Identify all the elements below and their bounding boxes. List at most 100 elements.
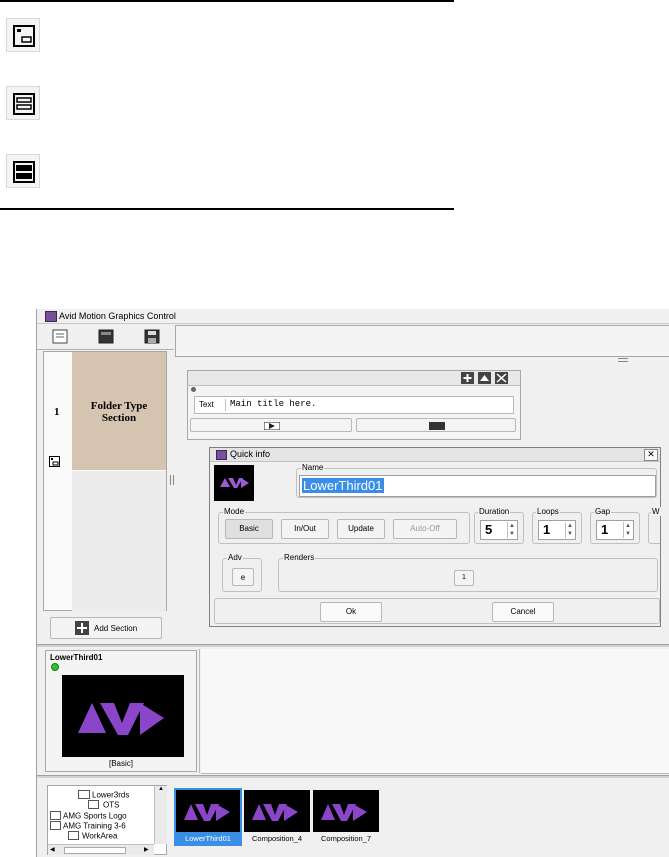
tree-item-workarea[interactable]: WorkArea — [68, 831, 118, 841]
mode-autooff-button[interactable]: Auto-Off — [393, 519, 457, 539]
tree-item-ots[interactable]: OTS — [88, 800, 120, 810]
gap-stepper[interactable]: 1 ▲ ▼ — [596, 520, 634, 540]
tree-hscrollbar[interactable]: ◀ ▶ — [48, 844, 154, 855]
gap-label: Gap — [594, 507, 612, 516]
composition-tile-2[interactable]: Composition_4 — [244, 790, 310, 846]
tree-label: AMG Sports Logo — [63, 811, 127, 821]
adv-group: Adv e — [222, 553, 262, 592]
top-header-strip — [175, 325, 669, 357]
composition-tile-3[interactable]: Composition_7 — [313, 790, 379, 846]
renders-group: Renders 1 — [278, 553, 658, 592]
sections-column: Folder Type Section 1 — [43, 351, 167, 611]
dialog-title: Quick info — [230, 449, 271, 459]
move-up-icon[interactable] — [478, 372, 491, 384]
add-section-button[interactable]: Add Section — [50, 617, 162, 639]
vertical-splitter-handle[interactable] — [170, 475, 174, 485]
tree-label: Lower3rds — [92, 790, 130, 800]
mode-label: Mode — [223, 507, 246, 516]
loops-stepper[interactable]: 1 ▲ ▼ — [538, 520, 576, 540]
plus-icon — [75, 621, 89, 635]
folder-icon — [88, 800, 99, 810]
composition-label-1: LowerThird01 — [174, 832, 242, 846]
gap-spin-arrows[interactable]: ▲ ▼ — [623, 522, 632, 538]
app-window: Avid Motion Graphics Control Folder Type… — [36, 309, 669, 857]
adv-button[interactable]: e — [232, 568, 254, 586]
duration-group: Duration 5 ▲ ▼ — [474, 507, 524, 544]
toolbar-divider — [37, 349, 174, 350]
name-input[interactable]: LowerThird01 — [299, 475, 656, 497]
preview-mode: [Basic] — [108, 759, 133, 768]
loops-spin-arrows[interactable]: ▲ ▼ — [565, 522, 574, 538]
top-splitter-handle[interactable] — [618, 358, 628, 362]
dialog-button-bar — [214, 598, 660, 624]
save-icon[interactable] — [143, 329, 163, 345]
stop-icon — [429, 422, 445, 430]
dialog-close-icon[interactable]: ✕ — [644, 449, 658, 461]
open-icon[interactable] — [97, 329, 117, 345]
duration-label: Duration — [478, 507, 511, 516]
preview-card[interactable]: LowerThird01 [Basic] — [45, 650, 197, 772]
composition-tile-1[interactable]: LowerThird01 — [174, 788, 242, 846]
folder-icon — [50, 821, 61, 831]
tree-item-training[interactable]: AMG Training 3-6 — [50, 821, 126, 831]
bottom-rule — [0, 208, 454, 210]
mode-group: Mode Basic In/Out Update Auto-Off — [218, 507, 470, 544]
preview-status-dot — [51, 663, 59, 671]
section-empty-area — [72, 471, 166, 611]
mode-update-button[interactable]: Update — [337, 519, 385, 539]
preview-thumbnail — [62, 675, 184, 757]
medium-section-icon — [6, 86, 40, 120]
play-button[interactable] — [190, 418, 352, 432]
w-label: W — [651, 507, 661, 516]
duration-stepper[interactable]: 5 ▲ ▼ — [480, 520, 518, 540]
text-field-label: Text — [199, 400, 214, 409]
renders-label: Renders — [283, 553, 316, 562]
composition-thumbnail — [214, 465, 254, 501]
folder-tree: Lower3rds OTS AMG Sports Logo AMG Traini… — [47, 785, 167, 855]
close-icon[interactable] — [495, 372, 508, 384]
section-type-icon[interactable] — [49, 456, 60, 469]
duration-value: 5 — [485, 522, 493, 537]
composition-label-3: Composition_7 — [320, 834, 372, 843]
large-section-icon — [6, 154, 40, 188]
tree-item-sports-logo[interactable]: AMG Sports Logo — [50, 811, 127, 821]
composition-thumb-3 — [313, 790, 379, 832]
render-1-button[interactable]: 1 — [454, 570, 474, 586]
add-icon[interactable] — [461, 372, 474, 384]
mid-divider[interactable] — [37, 644, 669, 647]
ok-button[interactable]: Ok — [320, 602, 382, 622]
stop-button[interactable] — [356, 418, 516, 432]
composition-label-2: Composition_4 — [251, 834, 303, 843]
lower-divider[interactable] — [37, 775, 669, 778]
app-icon — [45, 311, 57, 322]
tree-vscrollbar[interactable]: ▲ — [154, 786, 167, 844]
composition-thumb-2 — [244, 790, 310, 832]
play-icon — [264, 422, 280, 430]
tree-label: WorkArea — [82, 831, 118, 841]
add-section-label: Add Section — [94, 624, 138, 633]
title-bar: Avid Motion Graphics Control — [37, 309, 669, 324]
loops-value: 1 — [543, 522, 551, 537]
duration-spin-arrows[interactable]: ▲ ▼ — [507, 522, 516, 538]
preview-name: LowerThird01 — [50, 653, 103, 662]
section-item-1[interactable]: Folder Type Section — [72, 352, 166, 470]
text-row: Text Main title here. — [194, 396, 514, 414]
name-label: Name — [301, 463, 325, 472]
folder-open-icon — [78, 790, 90, 800]
section-number: 1 — [54, 406, 60, 418]
mode-basic-button[interactable]: Basic — [225, 519, 273, 539]
adv-label: Adv — [227, 553, 243, 562]
section-title: Folder Type Section — [90, 400, 148, 424]
gap-group: Gap 1 ▲ ▼ — [590, 507, 640, 544]
mode-inout-button[interactable]: In/Out — [281, 519, 329, 539]
cancel-button[interactable]: Cancel — [492, 602, 554, 622]
tree-item-lower3rds[interactable]: Lower3rds — [78, 790, 130, 800]
loops-group: Loops 1 ▲ ▼ — [532, 507, 582, 544]
new-icon[interactable] — [51, 329, 71, 345]
tree-label: OTS — [103, 800, 120, 810]
w-group: W — [648, 507, 661, 544]
text-field-value[interactable]: Main title here. — [225, 399, 514, 411]
window-title: Avid Motion Graphics Control — [59, 311, 176, 321]
loops-label: Loops — [536, 507, 560, 516]
name-group: Name LowerThird01 — [296, 463, 657, 498]
